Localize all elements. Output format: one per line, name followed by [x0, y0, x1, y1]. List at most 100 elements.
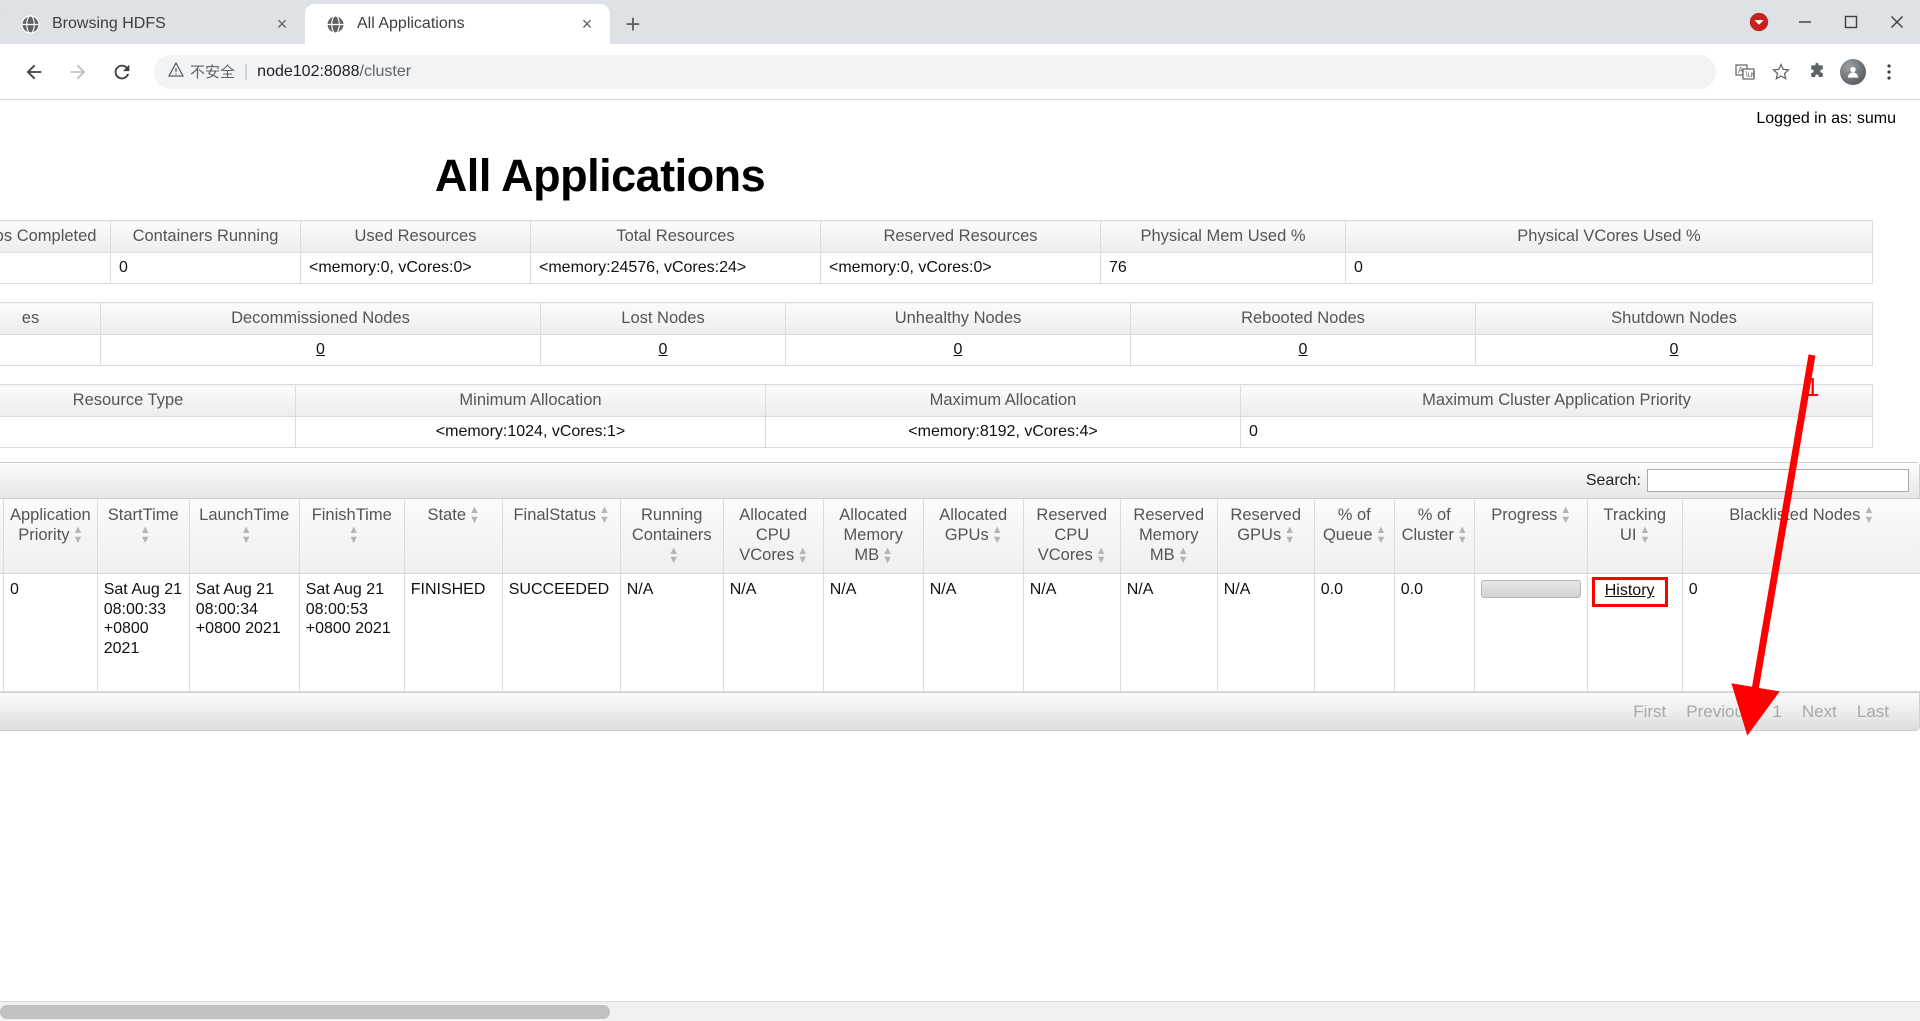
horizontal-scrollbar[interactable] — [0, 1001, 1920, 1021]
col-reserved-gpus[interactable]: Reserved GPUs ▲ ▼ — [1216, 499, 1315, 575]
bookmark-star-icon[interactable] — [1764, 55, 1798, 89]
cell-maximum-allocation: <memory:8192, vCores:4> — [765, 416, 1241, 448]
page-title: All Applications — [434, 150, 766, 201]
pagination-next[interactable]: Next — [1792, 699, 1847, 725]
col-active-nodes[interactable]: es — [0, 302, 101, 335]
cell-final-status: SUCCEEDED — [501, 573, 621, 693]
col-launch-time[interactable]: LaunchTime ▲ ▼ — [188, 499, 300, 575]
minimize-button[interactable] — [1782, 0, 1828, 44]
more-menu-icon[interactable] — [1872, 55, 1906, 89]
col-rebooted-nodes[interactable]: Rebooted Nodes — [1130, 302, 1476, 335]
col-containers-running[interactable]: Containers Running — [110, 220, 301, 253]
col-allocated-memory-mb[interactable]: Allocated Memory MB ▲ ▼ — [822, 499, 924, 575]
col-reserved-resources[interactable]: Reserved Resources — [820, 220, 1101, 253]
col-unhealthy-nodes[interactable]: Unhealthy Nodes — [785, 302, 1131, 335]
col-physical-vcores-used[interactable]: Physical VCores Used % — [1345, 220, 1873, 253]
lost-nodes-link[interactable]: 0 — [659, 341, 668, 358]
col-resource-type[interactable]: Resource Type — [0, 384, 296, 417]
sort-arrows-icon: ▲ ▼ — [797, 544, 809, 566]
pagination-first[interactable]: First — [1623, 699, 1676, 725]
page-viewport: Logged in as: sumu All Applications Apps… — [0, 100, 1920, 1001]
new-tab-button[interactable]: + — [616, 7, 650, 41]
logged-in-as: Logged in as: sumu — [1756, 110, 1896, 127]
decommissioned-nodes-link[interactable]: 0 — [316, 341, 325, 358]
sort-arrows-icon: ▲ ▼ — [668, 544, 680, 566]
cell-lost-nodes: 0 — [540, 334, 786, 366]
omnibox-separator: | — [244, 62, 249, 80]
col-allocated-cpu-vcores[interactable]: Allocated CPU VCores ▲ ▼ — [722, 499, 824, 575]
col-max-cluster-app-priority[interactable]: Maximum Cluster Application Priority — [1240, 384, 1873, 417]
sort-arrows-icon: ▲ ▼ — [240, 524, 252, 546]
search-label: Search: — [1585, 471, 1641, 489]
col-progress[interactable]: Progress ▲ ▼ — [1473, 499, 1588, 575]
extensions-puzzle-icon[interactable] — [1800, 55, 1834, 89]
col-pct-of-cluster[interactable]: % of Cluster ▲ ▼ — [1393, 499, 1475, 575]
col-final-status[interactable]: FinalStatus ▲ ▼ — [501, 499, 621, 575]
col-reserved-cpu-vcores[interactable]: Reserved CPU VCores ▲ ▼ — [1022, 499, 1121, 575]
progress-bar — [1480, 580, 1581, 599]
col-application-priority[interactable]: Application Priority ▲ ▼ — [3, 499, 98, 575]
sort-arrows-icon: ▲ ▼ — [1639, 524, 1651, 546]
maximize-button[interactable] — [1828, 0, 1874, 44]
rebooted-nodes-link[interactable]: 0 — [1299, 341, 1308, 358]
browser-tab-all-applications[interactable]: All Applications × — [305, 4, 610, 44]
unhealthy-nodes-link[interactable]: 0 — [954, 341, 963, 358]
col-tracking-ui[interactable]: Tracking UI ▲ ▼ — [1586, 499, 1683, 575]
table-row[interactable]: ault 0 Sat Aug 21 08:00:33 +0800 2021 Sa… — [0, 573, 1920, 693]
col-label: Running Containers — [631, 506, 712, 545]
browser-window: Browsing HDFS × All Applications × + 不安全… — [0, 0, 1920, 1021]
search-bar: Search: — [0, 463, 1919, 499]
close-window-button[interactable] — [1874, 0, 1920, 44]
cell-minimum-allocation: <memory:1024, vCores:1> — [295, 416, 766, 448]
col-apps-completed[interactable]: Apps Completed — [0, 220, 111, 253]
col-allocated-gpus[interactable]: Allocated GPUs ▲ ▼ — [922, 499, 1024, 575]
pagination-last[interactable]: Last — [1847, 699, 1899, 725]
col-pct-of-queue[interactable]: % of Queue ▲ ▼ — [1313, 499, 1395, 575]
close-icon[interactable]: × — [576, 13, 598, 35]
scrollbar-thumb[interactable] — [0, 1005, 610, 1019]
not-secure-warning[interactable]: 不安全 — [167, 61, 235, 82]
reload-icon[interactable] — [102, 52, 142, 92]
col-used-resources[interactable]: Used Resources — [300, 220, 531, 253]
back-icon[interactable] — [14, 52, 54, 92]
col-blacklisted-nodes[interactable]: Blacklisted Nodes ▲ ▼ — [1681, 499, 1920, 575]
col-maximum-allocation[interactable]: Maximum Allocation — [765, 384, 1241, 417]
col-running-containers[interactable]: Running Containers ▲ ▼ — [619, 499, 724, 575]
col-finish-time[interactable]: FinishTime ▲ ▼ — [298, 499, 405, 575]
history-link[interactable]: History — [1605, 582, 1655, 599]
node-metrics-table-wrap: es Decommissioned Nodes Lost Nodes Unhea… — [0, 302, 1920, 366]
forward-icon[interactable] — [58, 52, 98, 92]
col-lost-nodes[interactable]: Lost Nodes — [540, 302, 786, 335]
col-total-resources[interactable]: Total Resources — [530, 220, 821, 253]
tab-strip: Browsing HDFS × All Applications × + — [0, 0, 1920, 44]
cell-application-priority: 0 — [3, 573, 98, 693]
address-bar[interactable]: 不安全 | node102:8088/cluster — [154, 54, 1716, 89]
update-chrome-icon[interactable] — [1736, 0, 1782, 44]
cell-resource-type: es] — [0, 416, 296, 448]
table-header-row: Apps Completed Containers Running Used R… — [0, 220, 1873, 253]
cluster-metrics-table-wrap: Apps Completed Containers Running Used R… — [0, 220, 1920, 284]
translate-icon[interactable]: A\u6587 — [1728, 55, 1762, 89]
table-header-row: Resource Type Minimum Allocation Maximum… — [0, 384, 1873, 417]
col-shutdown-nodes[interactable]: Shutdown Nodes — [1475, 302, 1873, 335]
url-path: /cluster — [359, 62, 412, 80]
pagination-previous[interactable]: Previous — [1676, 699, 1762, 725]
close-icon[interactable]: × — [271, 13, 293, 35]
pagination: First Previous 1 Next Last — [0, 692, 1919, 731]
col-reserved-memory-mb[interactable]: Reserved Memory MB ▲ ▼ — [1119, 499, 1218, 575]
col-start-time[interactable]: StartTime ▲ ▼ — [96, 499, 190, 575]
col-label: State — [427, 506, 466, 524]
col-label: StartTime — [107, 506, 179, 524]
sort-arrows-icon: ▲ ▼ — [1560, 504, 1572, 526]
browser-tab-browsing-hdfs[interactable]: Browsing HDFS × — [0, 4, 305, 44]
col-physical-mem-used[interactable]: Physical Mem Used % — [1100, 220, 1346, 253]
col-minimum-allocation[interactable]: Minimum Allocation — [295, 384, 766, 417]
col-label: Blacklisted Nodes — [1729, 506, 1861, 524]
globe-icon — [20, 14, 40, 34]
profile-avatar-icon[interactable] — [1836, 55, 1870, 89]
search-input[interactable] — [1647, 469, 1909, 492]
col-state[interactable]: State ▲ ▼ — [403, 499, 503, 575]
shutdown-nodes-link[interactable]: 0 — [1670, 341, 1679, 358]
pagination-page-1[interactable]: 1 — [1762, 699, 1791, 725]
col-decommissioned-nodes[interactable]: Decommissioned Nodes — [100, 302, 541, 335]
